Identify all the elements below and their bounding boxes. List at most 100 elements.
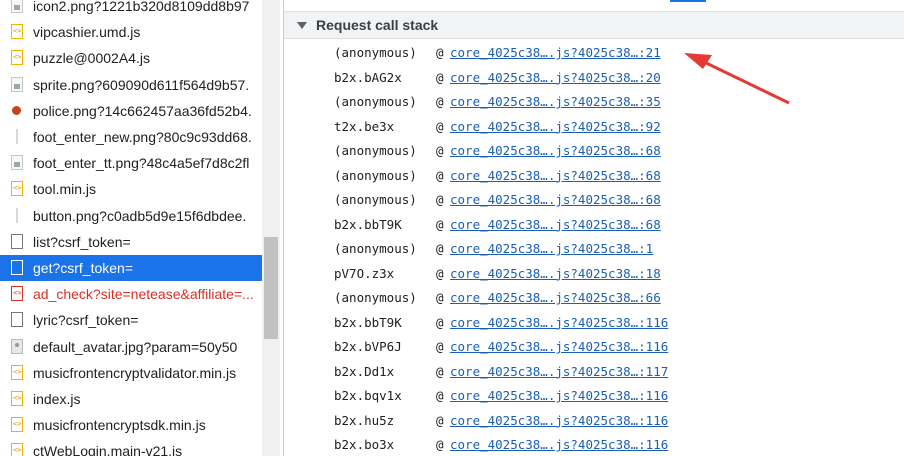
network-request-row[interactable]: puzzle@0002A4.js [0,45,262,71]
request-name: foot_enter_new.png?80c9c93dd68. [33,129,252,145]
function-name: t2x.be3x [334,118,395,134]
request-name: list?csrf_token= [33,233,131,250]
source-location-link[interactable]: core_4025c38….js?4025c38…:18 [450,266,661,282]
at-sign: @ [436,437,444,452]
source-location-link[interactable]: core_4025c38….js?4025c38…:116 [450,339,668,355]
function-name: (anonymous) [334,45,417,60]
function-name: b2x.bbT9K [334,314,402,330]
initiator-panel: Request call stack (anonymous) @ core_4025… [284,0,904,456]
source-location-link[interactable]: core_4025c38….js?4025c38…:1 [450,241,653,257]
network-request-row[interactable]: sprite.png?609090d611f564d9b57. [0,72,262,98]
source-location-link[interactable]: core_4025c38….js?4025c38…:68 [450,143,661,159]
source-location-link[interactable]: core_4025c38….js?4025c38…:68 [450,217,661,233]
network-request-list: icon2.png?1221b320d8109dd8b97 vipcashier.… [0,0,262,456]
source-location-link[interactable]: core_4025c38….js?4025c38…:68 [450,192,661,208]
script-icon [11,417,23,433]
section-title: Request call stack [316,17,439,33]
script-icon [11,364,23,380]
request-name: default_avatar.jpg?param=50y50 [33,338,238,355]
function-name: (anonymous) [334,143,417,158]
police-image-icon [11,103,23,118]
function-name: b2x.bVP6J [334,339,402,354]
source-location-link[interactable]: core_4025c38….js?4025c38…:92 [450,119,661,135]
script-icon [11,391,23,406]
network-request-row[interactable]: list?csrf_token= [0,229,262,255]
thin-image-icon [11,207,23,223]
network-request-row[interactable]: default_avatar.jpg?param=50y50 [0,334,262,360]
document-icon [11,260,23,275]
top-link-underline [670,0,706,2]
network-request-row[interactable]: ctWebLogin.main-v21.js [0,438,262,456]
network-request-row[interactable]: foot_enter_new.png?80c9c93dd68. [0,124,262,150]
at-sign: @ [436,118,444,134]
at-sign: @ [436,388,444,403]
network-request-row[interactable]: foot_enter_tt.png?48c4a5ef7d8c2fl [0,150,262,176]
at-sign: @ [436,167,444,183]
request-name: puzzle@0002A4.js [33,50,150,67]
network-request-row[interactable]: button.png?c0adb5d9e15f6dbdee. [0,203,262,229]
function-name: b2x.bbT9K [334,216,402,232]
request-name: lyric?csrf_token= [33,312,139,329]
at-sign: @ [436,45,444,60]
request-name: vipcashier.umd.js [33,24,141,41]
at-sign: @ [436,143,444,158]
request-call-stack-header[interactable]: Request call stack [284,11,904,39]
scrollbar-track[interactable] [262,0,280,456]
request-name: ad_check?site=netease&affiliate=... [33,286,254,303]
source-location-link[interactable]: core_4025c38….js?4025c38…:66 [450,290,661,306]
network-request-row[interactable]: vipcashier.umd.js [0,19,262,45]
function-name: b2x.bo3x [334,437,395,452]
source-location-link[interactable]: core_4025c38….js?4025c38…:20 [450,70,661,86]
request-name: tool.min.js [33,181,97,198]
function-name: b2x.bqv1x [334,388,402,403]
function-name: (anonymous) [334,167,417,183]
source-location-link[interactable]: core_4025c38….js?4025c38…:68 [450,168,661,184]
request-name: icon2.png?1221b320d8109dd8b97 [33,0,250,14]
request-name: get?csrf_token= [33,260,134,276]
source-location-link[interactable]: core_4025c38….js?4025c38…:116 [450,413,668,429]
function-name: b2x.Dd1x [334,363,395,379]
request-name: musicfrontencryptvalidator.min.js [33,364,237,381]
network-request-row[interactable]: ad_check?site=netease&affiliate=... [0,281,262,307]
network-request-row[interactable]: tool.min.js [0,176,262,202]
source-location-link[interactable]: core_4025c38….js?4025c38…:116 [450,437,668,453]
source-location-link[interactable]: core_4025c38….js?4025c38…:116 [450,315,668,331]
request-name: button.png?c0adb5d9e15f6dbdee. [33,207,247,224]
request-name: index.js [33,391,81,407]
triangle-down-icon[interactable] [297,22,307,29]
source-location-link[interactable]: core_4025c38….js?4025c38…:35 [450,94,661,110]
network-request-row[interactable]: index.js [0,386,262,412]
network-request-row[interactable]: get?csrf_token= [0,255,262,281]
function-name: (anonymous) [334,94,417,109]
source-location-link[interactable]: core_4025c38….js?4025c38…:117 [450,364,668,380]
network-request-row[interactable]: musicfrontencryptsdk.min.js [0,412,262,438]
source-location-link[interactable]: core_4025c38….js?4025c38…:21 [450,45,661,61]
network-request-row[interactable]: police.png?14c662457aa36fd52b4. [0,98,262,124]
network-request-row[interactable]: musicfrontencryptvalidator.min.js [0,360,262,386]
network-request-row[interactable]: icon2.png?1221b320d8109dd8b97 [0,0,262,19]
function-name: (anonymous) [334,192,417,207]
document-icon [11,233,23,249]
at-sign: @ [436,412,444,428]
script-icon [11,50,23,66]
at-sign: @ [436,216,444,232]
source-location-link[interactable]: core_4025c38….js?4025c38…:116 [450,388,668,404]
at-sign: @ [436,94,444,109]
request-name: police.png?14c662457aa36fd52b4. [33,102,252,119]
thin-image-icon [11,129,23,144]
request-name: musicfrontencryptsdk.min.js [33,417,206,434]
document-icon [11,312,23,328]
image-icon [11,76,23,92]
scrollbar-thumb[interactable] [264,237,278,339]
at-sign: @ [436,314,444,330]
avatar-image-icon [11,338,23,354]
image-icon [11,155,23,171]
at-sign: @ [436,241,444,256]
function-name: b2x.hu5z [334,412,395,428]
script-icon [11,443,23,456]
network-request-row[interactable]: lyric?csrf_token= [0,307,262,333]
script-icon [11,24,23,40]
request-name: ctWebLogin.main-v21.js [33,443,183,456]
script-icon [11,181,23,197]
error-script-icon [11,286,23,302]
